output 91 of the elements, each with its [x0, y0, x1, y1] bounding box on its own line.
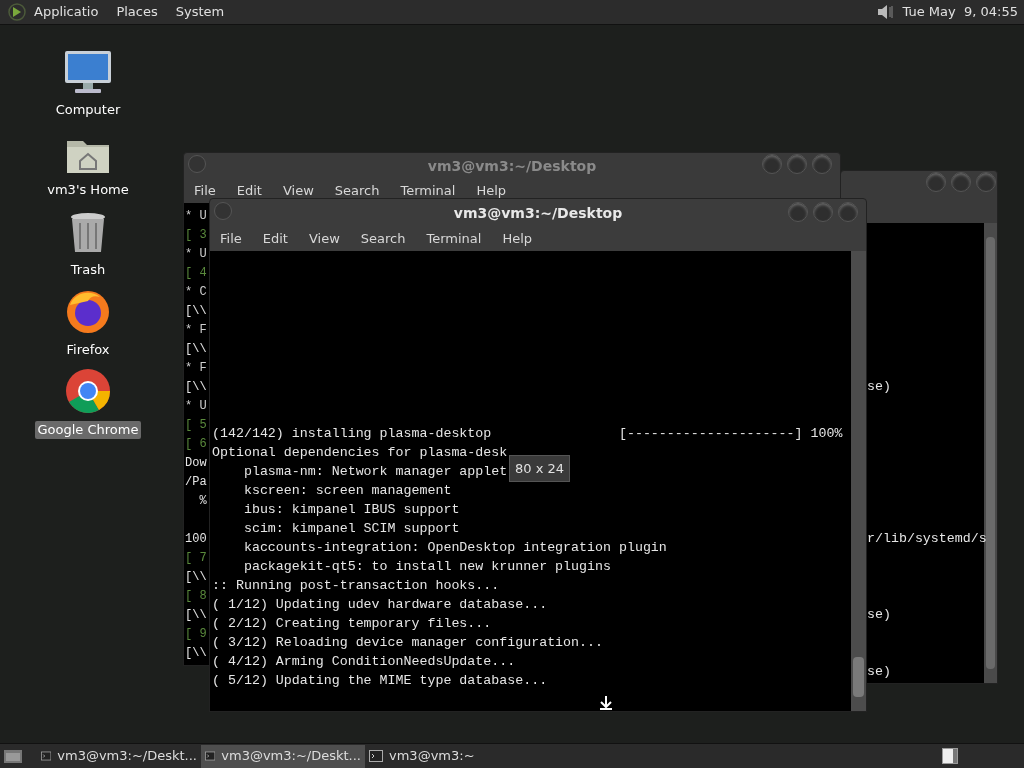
arrow-down-to-line-icon — [598, 695, 614, 711]
scrollbar[interactable] — [851, 251, 866, 711]
terminal-line: kaccounts-integration: OpenDesktop integration plugin — [242, 539, 667, 557]
trash-icon — [68, 211, 108, 255]
terminal-line: [\\ — [185, 379, 207, 396]
terminal-line: ( 4/12) Arming ConditionNeedsUpdate... — [212, 653, 516, 671]
terminal-line: [\\ — [185, 303, 207, 320]
terminal-line: * C — [185, 284, 207, 301]
window-control-button[interactable] — [813, 202, 833, 222]
terminal-line: se) — [867, 663, 891, 681]
monitor-icon — [63, 49, 113, 95]
terminal-line: ibus: kimpanel IBUS support — [242, 501, 460, 519]
terminal-line: % — [198, 493, 207, 510]
scrollbar[interactable] — [984, 223, 997, 683]
terminal-line: se) — [867, 606, 891, 624]
terminal-line: [ 4 — [185, 265, 207, 282]
terminal-line: [\\ — [185, 645, 207, 662]
terminal-line: Optional dependencies for plasma-desk — [212, 444, 508, 462]
window-control-button[interactable] — [788, 202, 808, 222]
menu-item[interactable]: File — [220, 229, 242, 249]
show-desktop-icon[interactable] — [3, 747, 23, 765]
taskbar-button[interactable]: vm3@vm3:~/Deskt... — [37, 744, 201, 768]
menu-item[interactable]: Edit — [262, 229, 288, 249]
window-control-button[interactable] — [762, 154, 782, 174]
desktop-icon-label[interactable]: Google Chrome — [34, 421, 142, 439]
menu-item[interactable]: Search — [360, 229, 406, 249]
desktop-icon-label[interactable]: vm3's Home — [44, 181, 132, 199]
terminal-line: :: Running post-transaction hooks... — [212, 577, 500, 595]
menu-item[interactable]: Help — [502, 229, 533, 249]
terminal-line: 100 — [185, 531, 207, 548]
terminal-line: * U — [185, 398, 207, 415]
window-control-button[interactable] — [976, 172, 996, 192]
terminal-line: [\\ — [185, 569, 207, 586]
terminal-line: ( 2/12) Creating temporary files... — [212, 615, 492, 633]
window-title: vm3@vm3:~/Desktop — [427, 156, 597, 176]
terminal-line: ( 5/12) Updating the MIME type database... — [212, 672, 548, 690]
menu-item[interactable]: View — [282, 181, 314, 201]
menu-item[interactable]: Search — [334, 181, 380, 201]
menu-item[interactable]: File — [194, 181, 216, 201]
window-menu-button[interactable] — [188, 155, 206, 173]
window-menu-button[interactable] — [214, 202, 232, 220]
terminal-line: (142/142) installing plasma-desktop [---------------------] 100% — [212, 425, 843, 443]
terminal-line: scim: kimpanel SCIM support — [242, 520, 460, 538]
terminal-line: se) — [867, 378, 891, 396]
terminal-line: packagekit-qt5: to install new krunner plugins — [242, 558, 611, 576]
window-control-button[interactable] — [926, 172, 946, 192]
workspace-icon[interactable] — [942, 748, 958, 764]
terminal-line: * U — [185, 246, 207, 263]
terminal-icon — [369, 750, 383, 762]
browser-icon — [64, 367, 112, 415]
panel-menu[interactable]: Applicatio — [34, 2, 99, 22]
window-control-button[interactable] — [812, 154, 832, 174]
menu-item[interactable]: Edit — [236, 181, 262, 201]
terminal-line: * U — [185, 208, 207, 225]
terminal-line: plasma-nm: Network manager applet — [242, 463, 508, 481]
menu-logo-icon[interactable] — [8, 3, 26, 21]
terminal-line: * F — [185, 360, 207, 377]
terminal-line: /Pa — [185, 474, 207, 491]
terminal-line: [ 9 — [185, 626, 207, 643]
menu-item[interactable]: Terminal — [426, 229, 482, 249]
terminal-line: r/lib/systemd/s — [867, 530, 987, 548]
window-control-button[interactable] — [787, 154, 807, 174]
terminal-line: [ 3 — [185, 227, 207, 244]
menu-item[interactable]: View — [308, 229, 340, 249]
desktop-icon-label[interactable]: Firefox — [63, 341, 113, 359]
terminal-line: [\\ — [185, 341, 207, 358]
terminal-line: [ 7 — [185, 550, 207, 567]
terminal-line: [\\ — [185, 607, 207, 624]
menu-item[interactable]: Terminal — [400, 181, 456, 201]
terminal-icon — [41, 750, 52, 762]
terminal-line: [ 5 — [185, 417, 207, 434]
terminal-line: * F — [185, 322, 207, 339]
window-title: vm3@vm3:~/Desktop — [453, 203, 623, 223]
terminal-line: [ 6 — [185, 436, 207, 453]
terminal-line: ( 1/12) Updating udev hardware database... — [212, 596, 548, 614]
window-control-button[interactable] — [838, 202, 858, 222]
panel-menu[interactable]: System — [175, 2, 225, 22]
terminal-icon — [205, 750, 216, 762]
taskbar-button[interactable]: vm3@vm3:~ — [365, 744, 529, 768]
menu-item[interactable]: Help — [476, 181, 507, 201]
taskbar-button[interactable]: vm3@vm3:~/Deskt... — [201, 744, 365, 768]
terminal-line: Dow — [185, 455, 207, 472]
terminal-line: kscreen: screen management — [242, 482, 452, 500]
terminal-line: [ 8 — [185, 588, 207, 605]
size-tooltip: 80 x 24 — [509, 455, 571, 482]
window-control-button[interactable] — [951, 172, 971, 192]
panel-clock[interactable]: Tue May 9, 04:55 — [902, 2, 1018, 22]
desktop-icon-label[interactable]: Computer — [52, 101, 124, 119]
panel-menu[interactable]: Places — [116, 2, 158, 22]
terminal-line: ( 3/12) Reloading device manager configuration... — [212, 634, 603, 652]
desktop-icon-label[interactable]: Trash — [67, 261, 109, 279]
